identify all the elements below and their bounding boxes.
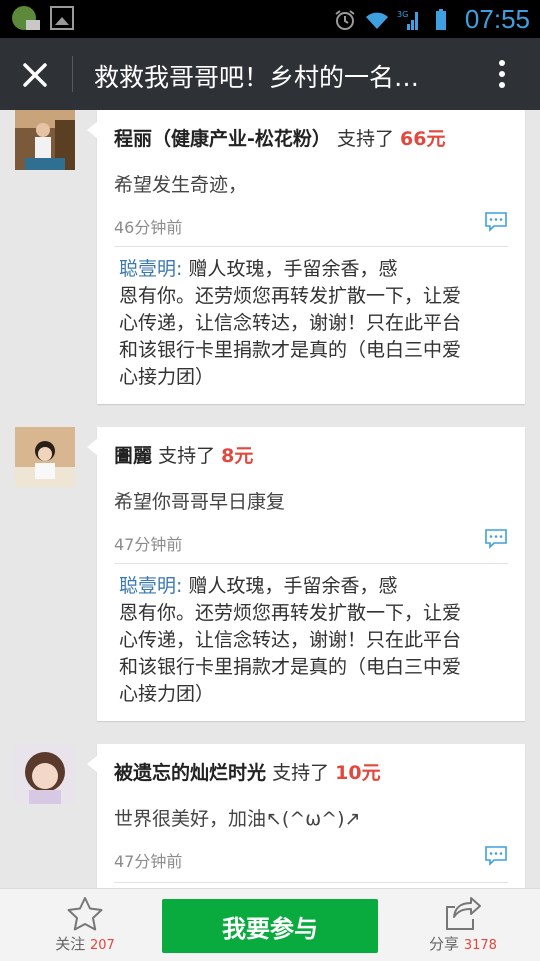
reply-divider xyxy=(114,563,508,564)
close-icon[interactable] xyxy=(20,60,50,90)
reply-text-line: 心传递，让信念转达，谢谢！只在此平台 xyxy=(119,629,462,651)
share-count: 3178 xyxy=(463,938,497,953)
comment-header: 程丽（健康产业-松花粉） 支持了 66元 xyxy=(114,124,445,151)
support-text: 支持了 xyxy=(158,445,216,467)
comment-icon[interactable] xyxy=(485,846,507,866)
status-bar: 3G 07:55 xyxy=(0,0,540,38)
follow-count: 207 xyxy=(89,938,115,953)
reply: 聪壹明: 赠人玫瑰，手留余香，感 恩有你。还劳烦您再转发扩散一下，让爱 心传递，… xyxy=(119,256,509,391)
comment-time: 47分钟前 xyxy=(114,852,183,871)
support-amount: 10元 xyxy=(335,762,381,784)
follow-label: 关注 207 xyxy=(40,933,130,954)
supporter-name[interactable]: 程丽（健康产业-松花粉） xyxy=(114,128,331,150)
reply-text-line: 赠人玫瑰，手留余香，感 xyxy=(188,258,398,280)
avatar[interactable] xyxy=(15,110,75,170)
page-title: 救救我哥哥吧！乡村的一名… xyxy=(94,63,420,92)
comment-message: 希望发生奇迹， xyxy=(114,174,248,196)
reply: 聪壹明: 赠人玫瑰，手留余香，感 恩有你。还劳烦您再转发扩散一下，让爱 心传递，… xyxy=(119,573,509,708)
support-text: 支持了 xyxy=(336,128,394,150)
comment-icon[interactable] xyxy=(485,212,507,232)
comment-message: 世界很美好，加油↖(^ω^)↗ xyxy=(114,808,361,830)
comment-card: 被遗忘的灿烂时光 支持了 10元 世界很美好，加油↖(^ω^)↗ 47分钟前 xyxy=(87,744,525,888)
reply-text-line: 恩有你。还劳烦您再转发扩散一下，让爱 xyxy=(119,285,462,307)
supporter-name[interactable]: 圕麗 xyxy=(114,445,152,467)
title-divider xyxy=(72,56,73,92)
notification-icon xyxy=(12,6,40,30)
reply-text-line: 心传递，让信念转达，谢谢！只在此平台 xyxy=(119,312,462,334)
comment-card: 圕麗 支持了 8元 希望你哥哥早日康复 47分钟前 聪壹明: 赠人玫瑰，手留余香… xyxy=(87,427,525,721)
comment-card: 程丽（健康产业-松花粉） 支持了 66元 希望发生奇迹， 46分钟前 聪壹明: … xyxy=(87,110,525,404)
comment-header: 圕麗 支持了 8元 xyxy=(114,441,253,468)
star-icon xyxy=(67,897,103,931)
alarm-icon xyxy=(335,9,355,30)
reply-text-line: 心接力团） xyxy=(119,366,215,388)
supporter-name[interactable]: 被遗忘的灿烂时光 xyxy=(114,762,266,784)
reply-text-line: 和该银行卡里捐款才是真的（电白三中爱 xyxy=(119,339,462,361)
network-type-label: 3G xyxy=(397,10,408,19)
comment-time: 47分钟前 xyxy=(114,535,183,554)
signal-icon: 3G xyxy=(397,10,418,30)
reply-author[interactable]: 聪壹明: xyxy=(119,575,182,597)
reply-text-line: 心接力团） xyxy=(119,683,215,705)
support-amount: 66元 xyxy=(400,128,446,150)
reply-text-line: 和该银行卡里捐款才是真的（电白三中爱 xyxy=(119,656,462,678)
comment-icon[interactable] xyxy=(485,529,507,549)
reply-text-line: 恩有你。还劳烦您再转发扩散一下，让爱 xyxy=(119,602,462,624)
battery-icon xyxy=(435,8,446,30)
support-text: 支持了 xyxy=(272,762,330,784)
avatar[interactable] xyxy=(15,427,75,487)
reply-divider xyxy=(114,882,508,883)
comment-time: 46分钟前 xyxy=(114,218,183,237)
follow-button[interactable]: 关注 207 xyxy=(40,895,130,957)
join-button[interactable]: 我要参与 xyxy=(162,899,378,953)
follow-text: 关注 xyxy=(55,935,86,953)
support-amount: 8元 xyxy=(221,445,254,467)
reply-text-line: 赠人玫瑰，手留余香，感 xyxy=(188,575,398,597)
comment-header: 被遗忘的灿烂时光 支持了 10元 xyxy=(114,758,381,785)
image-icon xyxy=(50,6,74,30)
comment-feed[interactable]: 程丽（健康产业-松花粉） 支持了 66元 希望发生奇迹， 46分钟前 聪壹明: … xyxy=(0,110,540,888)
share-text: 分享 xyxy=(429,935,460,953)
reply-divider xyxy=(114,246,508,247)
share-button[interactable]: 分享 3178 xyxy=(418,895,508,957)
more-vertical-icon[interactable] xyxy=(498,60,506,90)
avatar[interactable] xyxy=(15,744,75,804)
comment-message: 希望你哥哥早日康复 xyxy=(114,491,286,513)
wifi-icon xyxy=(365,12,388,29)
title-bar: 救救我哥哥吧！乡村的一名… xyxy=(0,38,540,110)
bottom-action-bar: 关注 207 我要参与 分享 3178 xyxy=(0,888,540,961)
clock-time: 07:55 xyxy=(464,4,530,34)
share-label: 分享 3178 xyxy=(418,933,508,954)
share-icon xyxy=(446,897,481,930)
reply-author[interactable]: 聪壹明: xyxy=(119,258,182,280)
